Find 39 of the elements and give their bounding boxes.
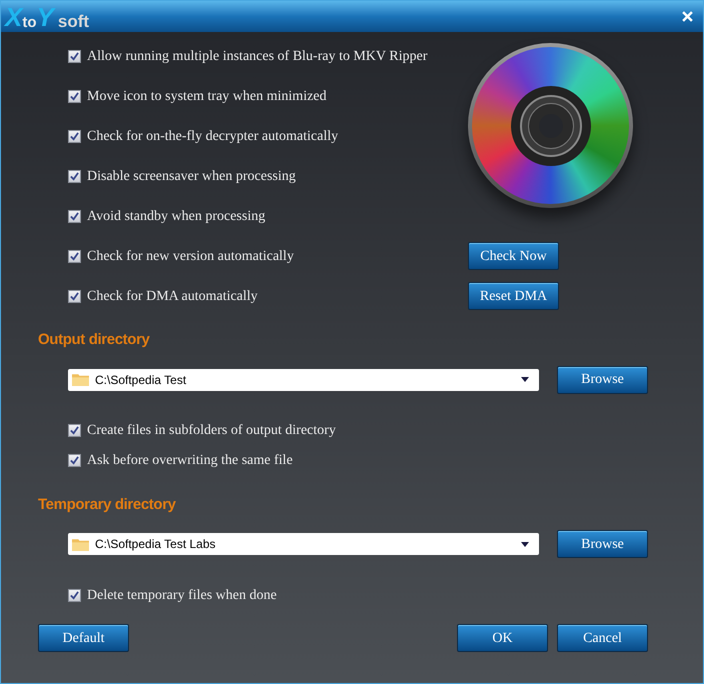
directory-dropdown[interactable]: C:\Softpedia Test Labs [68,533,539,555]
checkbox[interactable] [68,424,81,437]
option-label: Ask before overwriting the same file [87,452,293,470]
option-label: Delete temporary files when done [87,586,277,604]
section-heading: Output directory [38,330,151,350]
logo: XtoYsoft [5,4,90,30]
option-label: Create files in subfolders of output directory [87,422,336,440]
checkbox[interactable] [68,588,81,602]
checkbox[interactable] [68,50,81,62]
directory-path: C:\Softpedia Test [95,372,188,388]
browse-button[interactable]: Browse [557,366,648,394]
default-button[interactable]: Default [38,624,129,652]
caret-icon [521,542,529,546]
checkbox[interactable] [68,454,81,467]
option-label: Avoid standby when processing [87,208,266,226]
browse-button[interactable]: Browse [557,530,648,558]
checkbox[interactable] [68,130,81,142]
checkbox[interactable] [68,90,81,102]
action-button[interactable]: Check Now [468,242,559,270]
directory-dropdown[interactable]: C:\Softpedia Test [68,368,539,390]
checkbox[interactable] [68,290,81,302]
option-label: Allow running multiple instances of Blu-ray to MKV Ripper [87,48,428,66]
checkbox[interactable] [68,170,81,182]
checkbox[interactable] [68,250,81,262]
option-label: Check for on-the-fly decrypter automatically [87,128,338,146]
checkbox[interactable] [68,210,81,222]
folder-icon [72,538,89,550]
option-label: Disable screensaver when processing [87,168,296,186]
dialog-button[interactable]: OK [457,624,548,652]
close-icon [682,11,692,22]
directory-path: C:\Softpedia Test Labs [95,536,217,553]
section-heading: Temporary directory [38,494,177,514]
dialog-button[interactable]: Cancel [557,624,648,652]
option-label: Check for new version automatically [87,248,294,266]
option-label: Move icon to system tray when minimized [87,88,327,106]
caret-icon [521,377,529,382]
folder-icon [72,373,89,386]
option-label: Check for DMA automatically [87,288,258,306]
action-button[interactable]: Reset DMA [468,282,559,310]
